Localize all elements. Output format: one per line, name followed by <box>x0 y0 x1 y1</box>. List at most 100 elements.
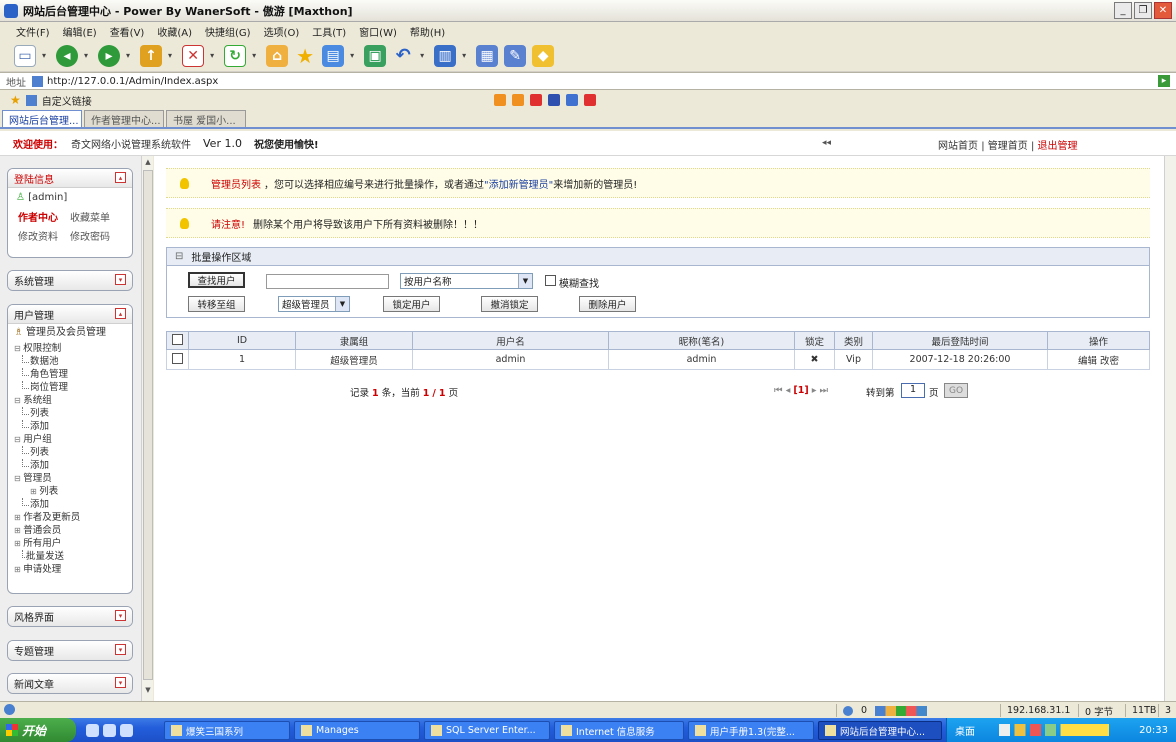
login-panel-header[interactable]: 登陆信息 ▴ <box>8 169 132 188</box>
search-input[interactable] <box>266 274 389 289</box>
star-icon[interactable]: ★ <box>10 93 21 107</box>
news-panel-header[interactable]: 新闻文章 ▾ <box>8 674 132 693</box>
jump-page-input[interactable]: 1 <box>901 383 925 398</box>
move-to-group-button[interactable]: 转移至组 <box>188 296 245 312</box>
start-button[interactable]: 开始 <box>0 718 76 742</box>
refresh-icon[interactable]: ↻ <box>224 44 247 67</box>
tab-author[interactable]: 作者管理中心... <box>84 110 164 127</box>
close-button[interactable]: ✕ <box>1154 2 1172 19</box>
tree-item[interactable]: 列表 <box>14 446 126 459</box>
scroll-up-icon[interactable]: ▲ <box>143 158 153 170</box>
fuzzy-checkbox[interactable] <box>545 275 556 286</box>
close-all-icon[interactable] <box>584 94 596 106</box>
tree-item[interactable]: 权限控制 <box>14 342 126 355</box>
system-panel[interactable]: 系统管理 ▾ <box>7 270 133 291</box>
find-user-button[interactable]: 查找用户 <box>188 272 245 288</box>
close-tab-icon[interactable] <box>530 94 542 106</box>
tree-item[interactable]: 列表 <box>14 407 126 420</box>
collapse-box-icon[interactable]: ⊟ <box>175 251 183 262</box>
task-button[interactable]: Manages <box>294 721 420 740</box>
custom-links[interactable]: 自定义链接 <box>42 93 92 108</box>
add-admin-link[interactable]: "添加新管理员" <box>484 176 553 191</box>
logout-link[interactable]: 退出管理 <box>1038 141 1078 152</box>
style-panel-header[interactable]: 风格界面 ▾ <box>8 607 132 626</box>
ie-icon[interactable] <box>86 723 99 737</box>
tree-item[interactable]: 列表 <box>14 485 126 498</box>
task-button[interactable]: SQL Server Enter... <box>424 721 550 740</box>
panel-toggle-icon[interactable]: ▾ <box>115 644 126 655</box>
plugin-icons[interactable] <box>875 705 928 716</box>
change-password-link[interactable]: 修改密码 <box>70 228 122 243</box>
edit-profile-link[interactable]: 修改资料 <box>18 228 70 243</box>
save-icon[interactable] <box>548 94 560 106</box>
topic-panel[interactable]: 专题管理 ▾ <box>7 640 133 661</box>
new-page-icon[interactable]: ▭ <box>14 44 36 67</box>
menu-file[interactable]: 文件(F) <box>16 24 50 39</box>
admin-home-link[interactable]: 管理首页 <box>988 141 1028 152</box>
tree-item[interactable]: 批量发送 <box>14 550 126 563</box>
tree-item[interactable]: 作者及更新员 <box>14 511 126 524</box>
view-icon[interactable]: ▦ <box>476 44 499 67</box>
tree-item[interactable]: 所有用户 <box>14 537 126 550</box>
desktop-icon[interactable] <box>103 723 116 737</box>
favorites-icon[interactable]: ★ <box>294 44 316 68</box>
menu-groups[interactable]: 快捷组(G) <box>205 24 251 39</box>
task-button[interactable]: Internet 信息服务 <box>554 721 684 740</box>
media-icon[interactable] <box>120 723 133 737</box>
menu-window[interactable]: 窗口(W) <box>359 24 397 39</box>
group-select[interactable]: 超级管理员 ▼ <box>278 296 350 312</box>
menu-options[interactable]: 选项(O) <box>264 24 300 39</box>
maximize-button[interactable]: ❐ <box>1134 2 1152 19</box>
select-all-checkbox[interactable] <box>172 333 183 345</box>
user-panel-header[interactable]: 用户管理 ▴ <box>8 305 132 324</box>
scroll-down-icon[interactable]: ▼ <box>143 686 153 698</box>
prev-page-icon[interactable]: ⏮ ◂ <box>774 385 790 396</box>
panel-toggle-icon[interactable]: ▴ <box>115 172 126 183</box>
next-page-icon[interactable]: ▸ ⏭ <box>812 385 828 396</box>
tab-bookhouse[interactable]: 书屋 爱国小... <box>166 110 246 127</box>
stop-icon[interactable]: ✕ <box>182 44 205 67</box>
delete-user-button[interactable]: 删除用户 <box>579 296 636 312</box>
up-icon[interactable]: ↑ <box>140 44 163 67</box>
menu-help[interactable]: 帮助(H) <box>410 24 445 39</box>
groups-icon[interactable]: ▤ <box>322 44 345 67</box>
home-icon[interactable]: ⌂ <box>266 44 289 67</box>
go-button[interactable]: GO <box>944 383 968 398</box>
author-center-link[interactable]: 作者中心 <box>18 209 70 224</box>
favorites-menu-link[interactable]: 收藏菜单 <box>70 209 122 224</box>
row-actions[interactable]: 编辑 改密 <box>1047 349 1150 370</box>
current-page-link[interactable]: [1] <box>793 385 808 396</box>
tree-item[interactable]: 岗位管理 <box>14 381 126 394</box>
next-icon[interactable] <box>512 94 524 106</box>
back-icon[interactable]: ◂ <box>56 44 79 67</box>
prev-icon[interactable] <box>494 94 506 106</box>
panel-toggle-icon[interactable]: ▾ <box>115 677 126 688</box>
tree-item[interactable]: 添加 <box>14 498 126 511</box>
sidebar-scrollbar[interactable]: ▲ ▼ <box>141 156 153 701</box>
minimize-button[interactable]: _ <box>1114 2 1132 19</box>
go-icon[interactable]: ▸ <box>1158 75 1170 87</box>
history-icon[interactable]: ▣ <box>364 44 387 67</box>
tree-item[interactable]: 角色管理 <box>14 368 126 381</box>
panel-toggle-icon[interactable]: ▴ <box>115 308 126 319</box>
tree-item[interactable]: 系统组 <box>14 394 126 407</box>
tree-item[interactable]: 用户组 <box>14 433 126 446</box>
collapse-icon[interactable]: ◂◂ <box>822 138 831 148</box>
tree-item[interactable]: 添加 <box>14 459 126 472</box>
menu-view[interactable]: 查看(V) <box>110 24 145 39</box>
address-input[interactable]: http://127.0.0.1/Admin/Index.aspx <box>47 76 218 87</box>
topic-panel-header[interactable]: 专题管理 ▾ <box>8 641 132 660</box>
tree-item[interactable]: 添加 <box>14 420 126 433</box>
system-panel-header[interactable]: 系统管理 ▾ <box>8 271 132 290</box>
menu-edit[interactable]: 编辑(E) <box>63 24 97 39</box>
news-panel[interactable]: 新闻文章 ▾ <box>7 673 133 694</box>
panel-toggle-icon[interactable]: ▾ <box>115 610 126 621</box>
locked-icon[interactable]: ✖ <box>794 349 835 370</box>
forward-icon[interactable]: ▸ <box>98 44 121 67</box>
menu-tools[interactable]: 工具(T) <box>312 24 346 39</box>
tree-item[interactable]: 普通会员 <box>14 524 126 537</box>
tree-item[interactable]: 数据池 <box>14 355 126 368</box>
scroll-thumb[interactable] <box>143 170 153 680</box>
site-home-link[interactable]: 网站首页 <box>938 141 978 152</box>
edit-icon[interactable]: ✎ <box>504 44 527 67</box>
